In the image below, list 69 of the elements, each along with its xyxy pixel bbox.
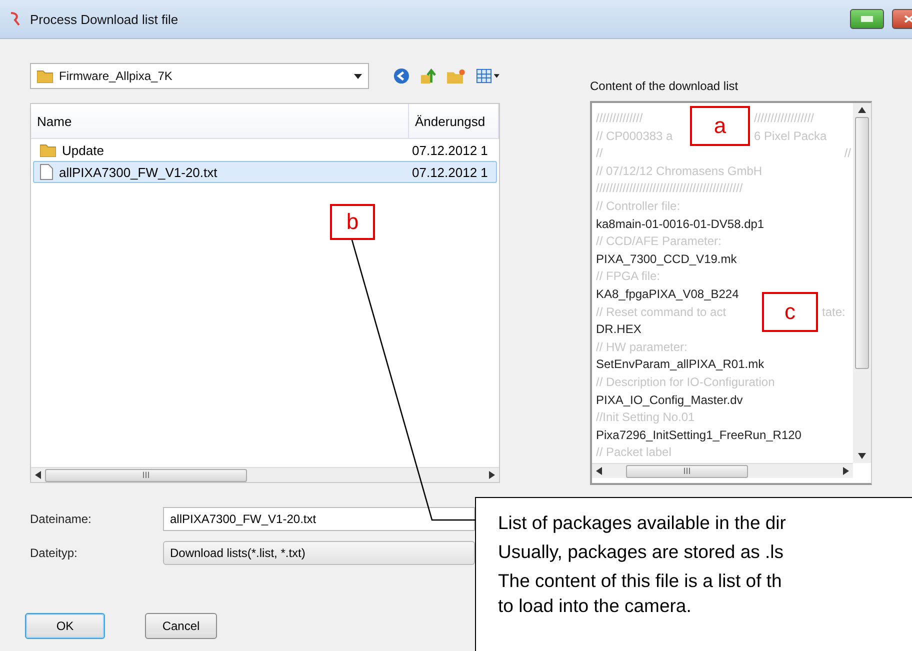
- file-entry: SetEnvParam_allPIXA_R01.mk: [596, 357, 766, 374]
- cancel-button[interactable]: Cancel: [145, 613, 217, 639]
- file-date: 07.12.2012 1: [412, 142, 488, 158]
- vertical-scrollbar[interactable]: [853, 103, 871, 463]
- file-name: Update: [62, 142, 104, 158]
- comment-line: //////////////////: [754, 111, 816, 127]
- back-icon[interactable]: [392, 67, 410, 85]
- file-row[interactable]: Update 07.12.2012 1: [33, 139, 497, 161]
- file-entry: PIXA_IO_Config_Master.dv: [596, 392, 744, 408]
- comment-line: // Controller file:: [596, 198, 682, 215]
- comment-line: tate:: [822, 304, 846, 321]
- comment-line: //: [596, 146, 604, 162]
- left-arrow-icon[interactable]: [35, 471, 41, 479]
- file-entry: KA8_fpgaPIXA_V08_B224: [596, 286, 740, 303]
- comment-line: ////////////////////////////////////////////: [596, 181, 744, 198]
- annotation-marker: c: [762, 292, 818, 332]
- view-menu-icon[interactable]: [476, 68, 500, 84]
- comment-line: 6 Pixel Packa: [754, 128, 828, 145]
- file-name-field[interactable]: allPIXA7300_FW_V1-20.txt: [163, 507, 475, 531]
- comment-line: // CP000383 a: [596, 128, 674, 145]
- comment-line: //Init Setting No.01: [596, 410, 696, 426]
- callout-text: Usually, packages are stored as .ls: [498, 540, 785, 564]
- field-label: Dateiname:: [30, 512, 92, 526]
- document-icon: [40, 164, 53, 180]
- right-arrow-icon[interactable]: [843, 467, 849, 475]
- column-header[interactable]: Änderungsd: [409, 104, 499, 138]
- annotation-marker: a: [690, 106, 750, 146]
- comment-line: // Reset command to act: [596, 304, 728, 321]
- comment-line: // Packet label: [596, 445, 672, 462]
- file-type-dropdown[interactable]: Download lists(*.list, *.txt): [163, 541, 475, 565]
- up-arrow-icon[interactable]: [858, 107, 866, 113]
- comment-line: // CCD/AFE Parameter:: [596, 234, 722, 250]
- file-entry: PIXA_7300_CCD_V19.mk: [596, 252, 738, 268]
- window-title: Process Download list file: [30, 12, 180, 26]
- folder-dropdown[interactable]: Firmware_Allpixa_7K: [30, 63, 369, 89]
- down-arrow-icon[interactable]: [858, 453, 866, 459]
- right-arrow-icon[interactable]: [489, 471, 495, 479]
- annotation-marker: b: [330, 204, 375, 240]
- folder-icon: [37, 69, 53, 83]
- callout-text: The content of this file is a list of th: [498, 569, 783, 593]
- up-folder-icon[interactable]: [420, 67, 437, 85]
- app-icon: [8, 11, 22, 27]
- callout-text: List of packages available in the dir: [498, 511, 787, 535]
- comment-line: //: [844, 146, 851, 162]
- file-entry: ka8main-01-0016-01-DV58.dp1: [596, 216, 766, 233]
- callout-text: to load into the camera.: [498, 595, 692, 617]
- new-folder-icon[interactable]: [446, 68, 466, 84]
- field-label: Dateityp:: [30, 546, 78, 560]
- ok-button[interactable]: OK: [25, 613, 105, 639]
- comment-line: // Description for IO-Configuration: [596, 374, 776, 391]
- file-entry: DR.HEX: [596, 322, 642, 338]
- folder-icon: [40, 143, 56, 157]
- file-entry: Pixa7296_InitSetting1_FreeRun_R120: [596, 428, 802, 444]
- comment-line: //////////////: [596, 111, 644, 127]
- minimize-button[interactable]: [850, 9, 884, 29]
- column-header[interactable]: Name: [31, 104, 409, 138]
- caret-icon: [354, 74, 362, 78]
- comment-line: // FPGA file:: [596, 269, 662, 286]
- minimize-icon: [860, 15, 874, 23]
- file-name: allPIXA7300_FW_V1-20.txt: [59, 164, 218, 180]
- comment-line: // 07/12/12 Chromasens GmbH: [596, 164, 764, 180]
- file-row[interactable]: allPIXA7300_FW_V1-20.txt 07.12.2012 1: [33, 161, 497, 183]
- left-arrow-icon[interactable]: [596, 467, 602, 475]
- file-date: 07.12.2012 1: [412, 164, 488, 180]
- horizontal-scrollbar[interactable]: III: [592, 463, 853, 478]
- comment-line: // HW parameter:: [596, 340, 688, 356]
- content-label: Content of the download list: [590, 79, 740, 93]
- horizontal-scrollbar[interactable]: III: [31, 467, 499, 482]
- close-icon: [903, 14, 912, 24]
